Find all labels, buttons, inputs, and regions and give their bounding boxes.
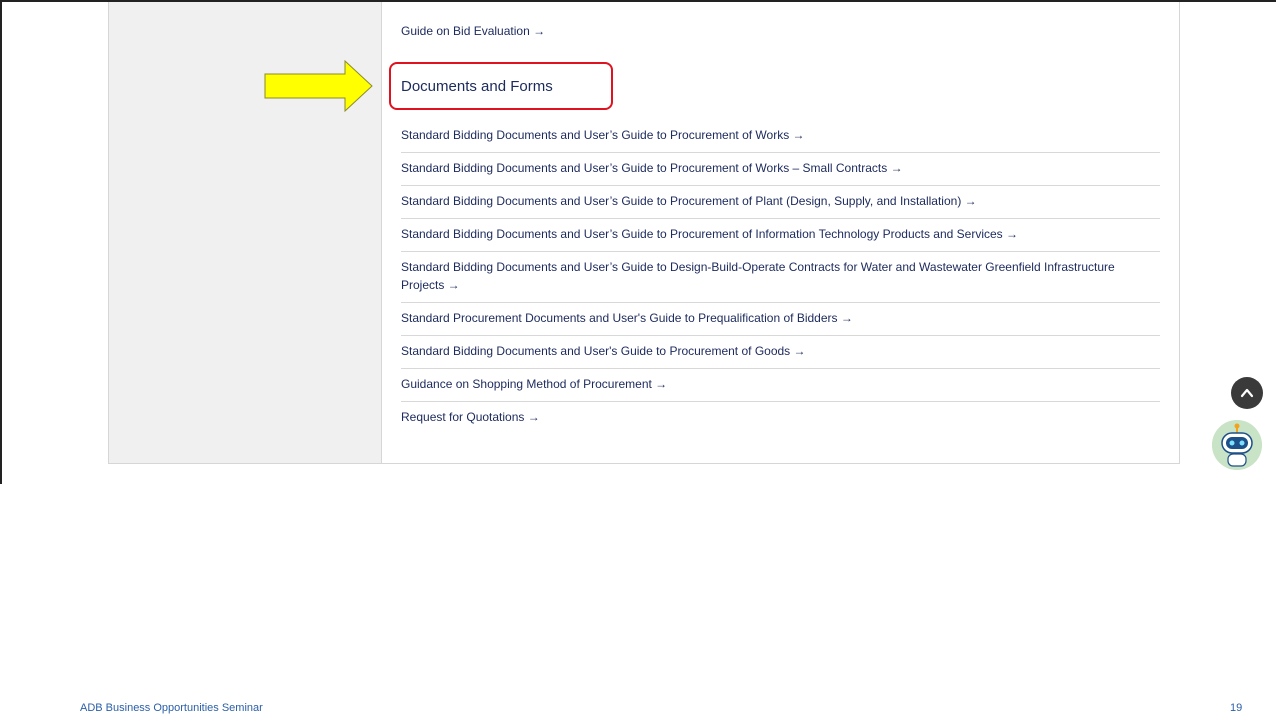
robot-icon <box>1212 420 1262 470</box>
list-item[interactable]: Request for Quotations → <box>401 402 1160 434</box>
content-panel: Guide on Bid Evaluation → Documents and … <box>382 2 1180 464</box>
section-heading: Documents and Forms <box>401 78 553 95</box>
scroll-to-top-button[interactable] <box>1231 377 1263 409</box>
list-item[interactable]: Standard Bidding Documents and User’s Gu… <box>401 153 1160 186</box>
guide-bid-evaluation-link[interactable]: Guide on Bid Evaluation → <box>401 24 545 38</box>
list-item[interactable]: Standard Bidding Documents and User's Gu… <box>401 336 1160 369</box>
web-page-screenshot: Guide on Bid Evaluation → Documents and … <box>0 0 1276 484</box>
footer-seminar-title: ADB Business Opportunities Seminar <box>80 702 263 714</box>
list-item[interactable]: Standard Bidding Documents and User’s Gu… <box>401 186 1160 219</box>
document-link-list: Standard Bidding Documents and User’s Gu… <box>401 120 1160 434</box>
chevron-up-icon <box>1240 388 1254 398</box>
page-number: 19 <box>1230 702 1243 714</box>
list-item[interactable]: Standard Bidding Documents and User’s Gu… <box>401 120 1160 153</box>
list-item[interactable]: Standard Procurement Documents and User'… <box>401 303 1160 336</box>
list-item[interactable]: Guidance on Shopping Method of Procureme… <box>401 369 1160 402</box>
yellow-arrow-icon <box>264 60 373 112</box>
chatbot-button[interactable] <box>1212 420 1262 470</box>
list-item[interactable]: Standard Bidding Documents and User’s Gu… <box>401 252 1160 303</box>
list-item[interactable]: Standard Bidding Documents and User’s Gu… <box>401 219 1160 252</box>
slide: Guide on Bid Evaluation → Documents and … <box>0 0 1276 722</box>
